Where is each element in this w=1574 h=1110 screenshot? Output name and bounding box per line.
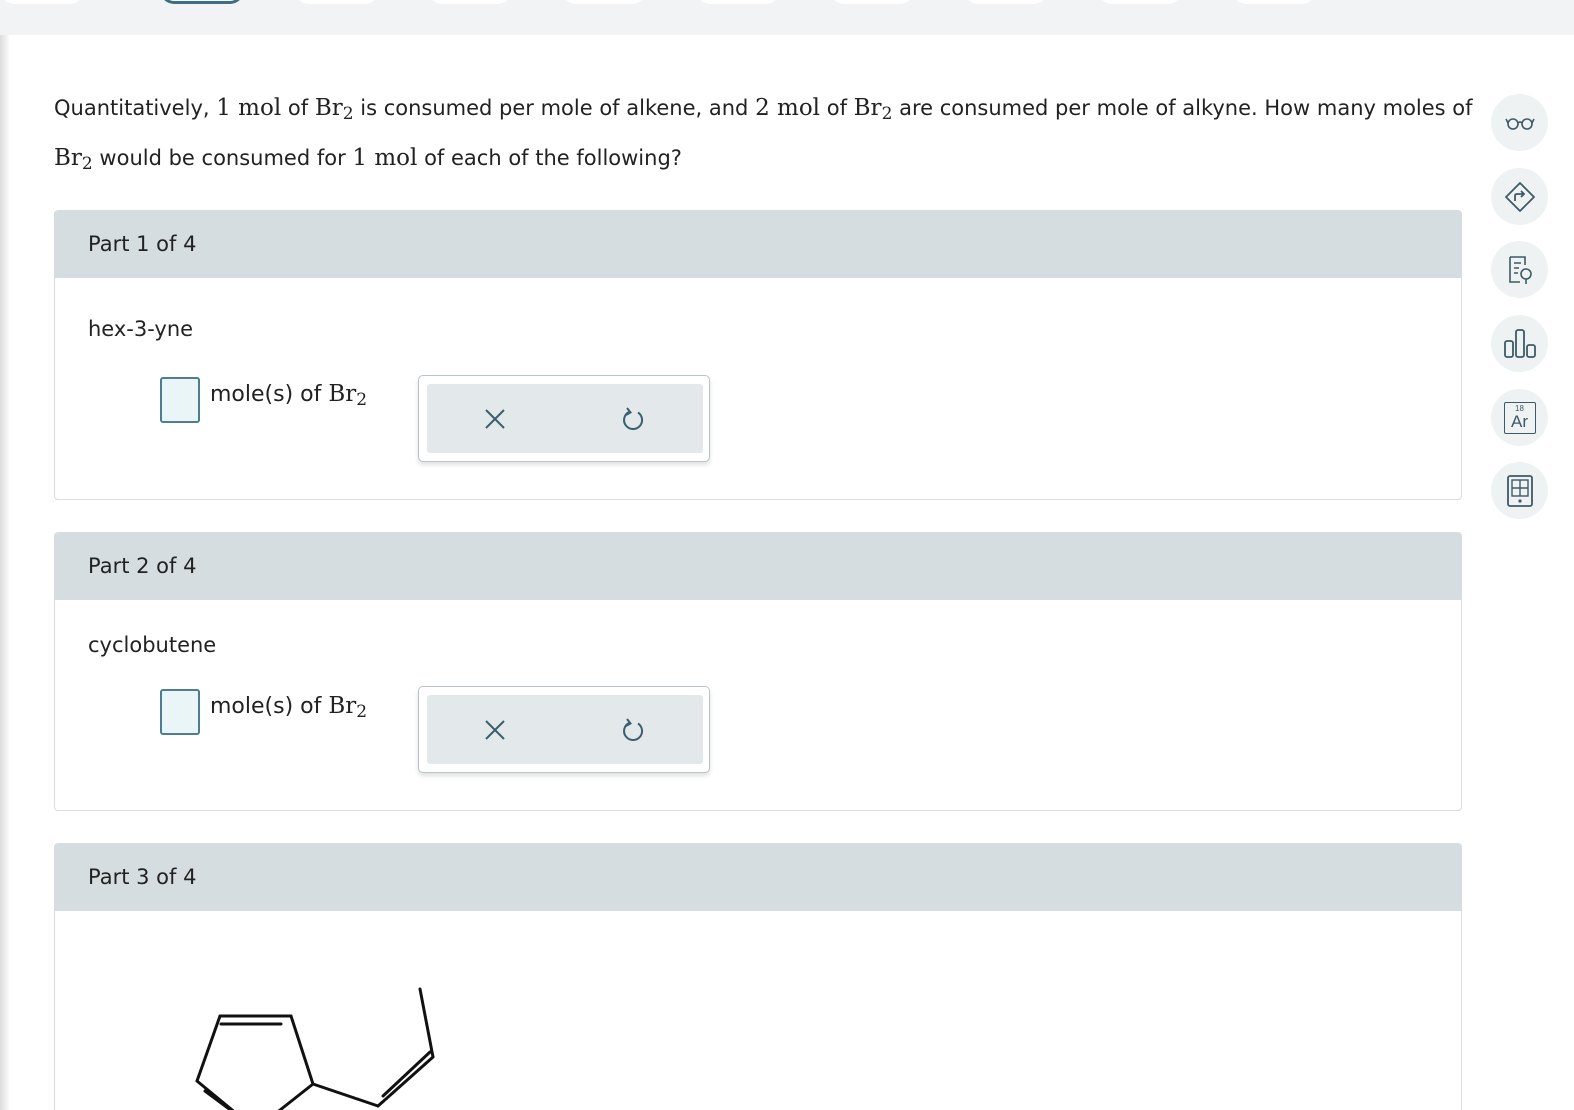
nav-dot-current[interactable]	[160, 0, 244, 4]
part-header: Part 1 of 4	[55, 211, 1461, 278]
quantity: 1 mol	[352, 145, 418, 171]
question-text: Quantitatively, 1 mol of Br2 is consumed…	[54, 95, 1473, 174]
undo-icon	[623, 718, 644, 741]
bromine-formula: Br2	[853, 95, 893, 124]
part-3-panel: Part 3 of 4	[54, 843, 1462, 1110]
bromine-formula: Br2	[54, 145, 93, 174]
molecule-structure	[195, 987, 435, 1110]
sidebar-item-reference[interactable]	[1491, 241, 1548, 298]
calculator-icon	[1506, 474, 1533, 507]
sidebar-item-periodic-table[interactable]: 18 Ar	[1491, 389, 1548, 446]
undo-icon	[623, 407, 644, 430]
nav-dot[interactable]	[295, 0, 379, 4]
clear-button[interactable]	[478, 402, 512, 436]
unit-label: mole(s) of Br2	[210, 381, 368, 410]
directions-icon	[1504, 181, 1535, 212]
unit-label: mole(s) of Br2	[210, 693, 368, 722]
sidebar-item-directions[interactable]	[1491, 168, 1548, 225]
nav-dot[interactable]	[1098, 0, 1182, 4]
close-icon	[485, 720, 505, 740]
undo-button[interactable]	[616, 402, 650, 436]
compound-name: cyclobutene	[88, 633, 217, 657]
sidebar-item-glasses[interactable]	[1491, 94, 1548, 151]
close-icon	[485, 409, 505, 429]
part-header: Part 2 of 4	[55, 533, 1461, 600]
bromine-formula: Br2	[314, 95, 354, 124]
nav-dot[interactable]	[1232, 0, 1316, 4]
part-1-panel: Part 1 of 4 hex-3-yne mole(s) of Br2	[54, 210, 1462, 500]
sidebar-item-chart[interactable]	[1491, 315, 1548, 372]
quantity: 1 mol	[216, 95, 282, 121]
nav-dot[interactable]	[0, 0, 84, 4]
question-nav-bar	[0, 0, 1574, 35]
periodic-table-icon: 18 Ar	[1503, 401, 1536, 434]
glasses-icon	[1504, 117, 1535, 130]
compound-name: hex-3-yne	[88, 317, 194, 341]
reference-icon	[1508, 255, 1532, 284]
quantity: 2 mol	[755, 95, 821, 121]
nav-dot[interactable]	[830, 0, 914, 4]
undo-button[interactable]	[616, 713, 650, 747]
answer-input[interactable]	[160, 377, 200, 423]
nav-dot[interactable]	[964, 0, 1048, 4]
sidebar-item-calculator[interactable]	[1491, 462, 1548, 519]
answer-tools	[418, 375, 710, 462]
answer-tools	[418, 686, 710, 773]
nav-dot[interactable]	[696, 0, 780, 4]
nav-dot[interactable]	[562, 0, 646, 4]
part-2-panel: Part 2 of 4 cyclobutene mole(s) of Br2	[54, 532, 1462, 811]
nav-dot[interactable]	[428, 0, 512, 4]
bar-chart-icon	[1503, 328, 1536, 358]
answer-input[interactable]	[160, 689, 200, 735]
part-header: Part 3 of 4	[55, 844, 1461, 911]
window-edge-shadow	[0, 0, 10, 1110]
clear-button[interactable]	[478, 713, 512, 747]
